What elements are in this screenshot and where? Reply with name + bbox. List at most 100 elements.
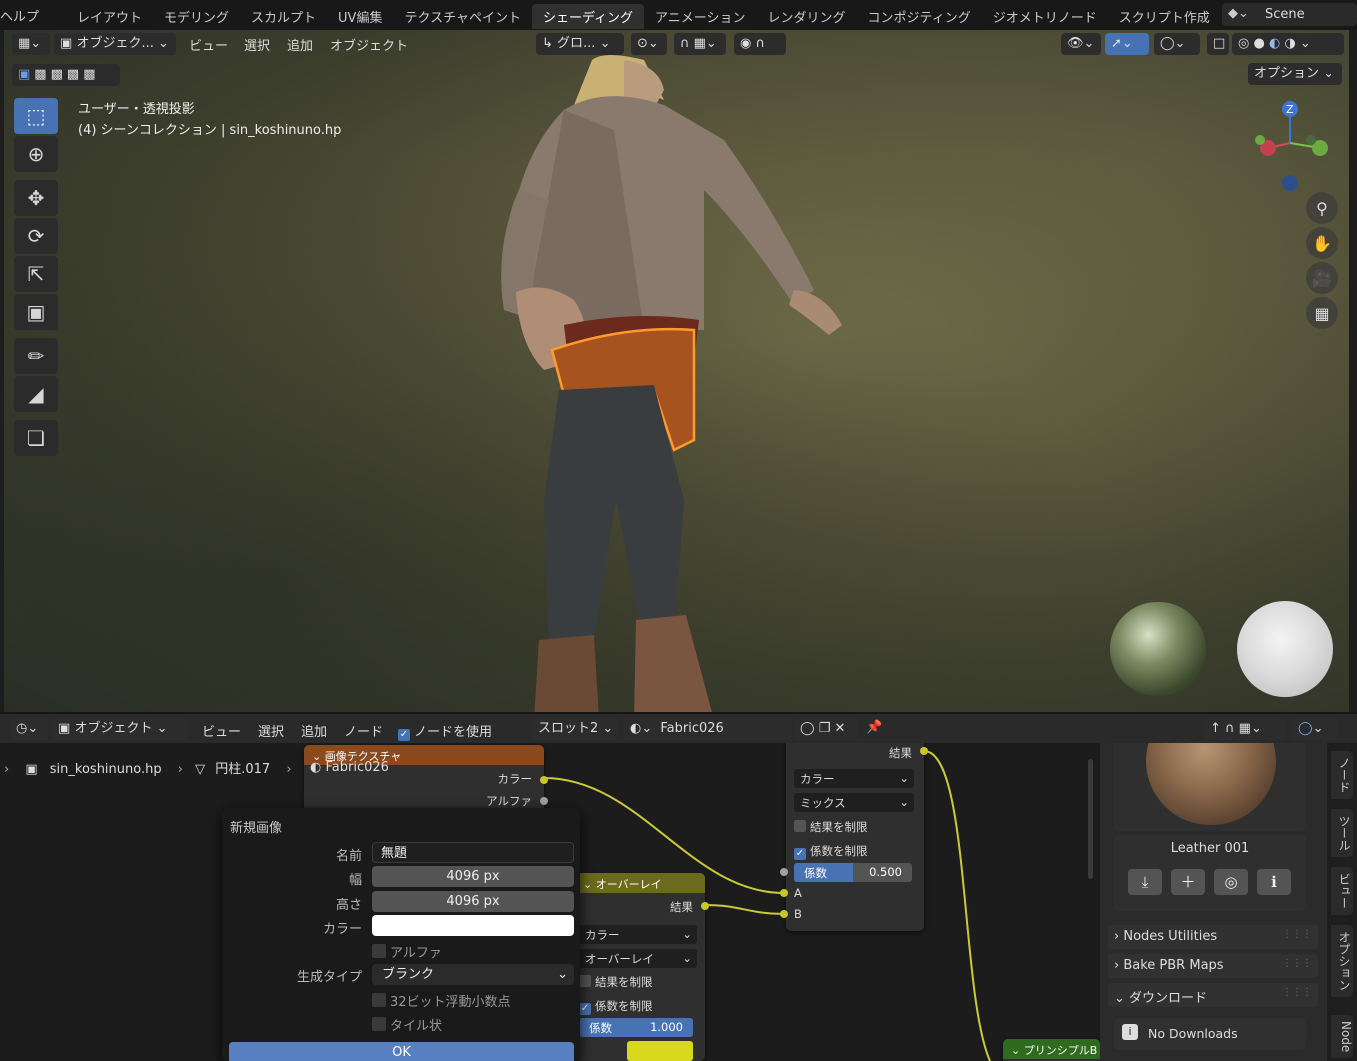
tab-options[interactable]: オプション (1331, 925, 1353, 997)
drag-grip-icon[interactable]: ⋮⋮⋮ (1282, 958, 1312, 969)
overlay-mix-node[interactable]: ⌄ オーバーレイ 結果 カラー ⌄ オーバーレイ ⌄ 結果を制限 ✓ 係数を制限 係数… (575, 873, 709, 1061)
proportional-edit-button[interactable]: ◉ ∩ (734, 33, 786, 55)
select-new-icon[interactable]: ▣ (18, 67, 34, 82)
close-icon[interactable]: ✕ (835, 721, 846, 736)
select-intersect-icon[interactable]: ▩ (83, 67, 99, 82)
selection-mode-buttons[interactable]: ▣▩▩▩▩ (12, 64, 120, 86)
image-name-field[interactable]: ◐ Fabric026 (310, 760, 389, 775)
overlay-blend-dropdown[interactable]: オーバーレイ ⌄ (579, 949, 697, 968)
cursor-icon[interactable]: ⊕ (14, 136, 58, 172)
node-editor-scrollbar[interactable] (1088, 759, 1093, 879)
tab-uv-editing[interactable]: UV編集 (327, 4, 393, 29)
xray-toggle[interactable]: □ (1207, 33, 1229, 55)
overlay-factor-slider[interactable]: 係数 1.000 (579, 1018, 693, 1037)
overlay-out-socket[interactable] (701, 902, 709, 910)
overlay-clamp-factor[interactable]: ✓ 係数を制限 (579, 998, 653, 1015)
node-menu-select[interactable]: 選択 (258, 721, 284, 740)
tab-tool[interactable]: ツール (1331, 809, 1353, 857)
annotate-icon[interactable]: ✏ (14, 338, 58, 374)
scale-icon[interactable]: ⇱ (14, 256, 58, 292)
node-overlay-toggle[interactable]: ◯⌄ (1292, 718, 1338, 740)
tab-layout[interactable]: レイアウト (66, 4, 153, 29)
menu-view[interactable]: ビュー (189, 35, 228, 54)
overlay-node-header[interactable]: ⌄ オーバーレイ (575, 873, 705, 893)
3d-viewport[interactable]: ▦⌄ ▣ オブジェク... ⌄ ビュー 選択 追加 オブジェクト ↳ グロ...… (4, 30, 1349, 712)
move-icon[interactable]: ✥ (14, 180, 58, 216)
overlay-color-swatch[interactable] (627, 1041, 693, 1061)
pan-hand-icon[interactable]: ✋ (1306, 227, 1338, 259)
tab-rendering[interactable]: レンダリング (757, 4, 857, 29)
rotate-icon[interactable]: ⟳ (14, 218, 58, 254)
float-buffer-checkbox[interactable]: 32ビット浮動小数点 (372, 991, 511, 1010)
shading-mode-buttons[interactable]: ◎ ● ◐ ◑ ⌄ (1232, 33, 1344, 55)
tab-animation[interactable]: アニメーション (644, 4, 756, 29)
alpha-checkbox[interactable]: アルファ (372, 942, 442, 961)
node-menu-node[interactable]: ノード (344, 721, 383, 740)
image-name-input[interactable]: 無題 (372, 842, 574, 863)
material-actions[interactable]: ◯ ❐ ✕ (794, 718, 858, 740)
download-icon[interactable]: ⤓ (1128, 869, 1162, 895)
node-mode-dropdown[interactable]: ▣ オブジェクト ⌄ (52, 718, 188, 740)
menu-object[interactable]: オブジェクト (330, 35, 408, 54)
section-nodes-utilities[interactable]: › Nodes Utilities ⋮⋮⋮ (1108, 925, 1318, 949)
tab-compositing[interactable]: コンポジティング (857, 4, 982, 29)
node-snap-buttons[interactable]: ↑ ∩ ▦⌄ (1204, 718, 1286, 740)
slot-dropdown[interactable]: スロット2 ⌄ (532, 718, 618, 740)
gen-type-dropdown[interactable]: ブランク ⌄ (372, 964, 574, 985)
node-menu-view[interactable]: ビュー (202, 721, 241, 740)
width-field[interactable]: 4096 px (372, 866, 574, 887)
mix-clamp-factor[interactable]: ✓ 係数を制限 (794, 843, 868, 860)
overlay-toggle[interactable]: ◯⌄ (1154, 33, 1200, 55)
rendered-icon[interactable]: ◑ (1284, 36, 1295, 51)
mix-in-b-socket[interactable] (780, 910, 788, 918)
duplicate-icon[interactable]: ❐ (819, 721, 831, 736)
overlay-type-dropdown[interactable]: カラー ⌄ (579, 925, 697, 944)
tab-texture-paint[interactable]: テクスチャペイント (393, 4, 531, 29)
tiled-checkbox[interactable]: タイル状 (372, 1015, 442, 1034)
menu-select[interactable]: 選択 (244, 35, 270, 54)
tab-sculpt[interactable]: スカルプト (240, 4, 327, 29)
mix-in-a-socket[interactable] (780, 889, 788, 897)
visibility-button[interactable]: 👁⌄ (1061, 33, 1101, 55)
navigation-gizmo[interactable]: Z (1245, 98, 1335, 198)
menu-add[interactable]: 追加 (287, 35, 313, 54)
options-dropdown[interactable]: オプション ⌄ (1248, 63, 1342, 85)
measure-icon[interactable]: ◢ (14, 376, 58, 412)
select-subtract-icon[interactable]: ▩ (51, 67, 67, 82)
mode-dropdown[interactable]: ▣ オブジェク... ⌄ (54, 33, 176, 55)
node-menu-add[interactable]: 追加 (301, 721, 327, 740)
material-preview-icon[interactable]: ◐ (1269, 36, 1280, 51)
overlay-clamp-result[interactable]: 結果を制限 (579, 974, 653, 990)
drag-grip-icon[interactable]: ⋮⋮⋮ (1282, 987, 1312, 998)
mix-blend-dropdown[interactable]: ミックス ⌄ (794, 793, 914, 812)
node-editor-type-button[interactable]: ◷⌄ (10, 718, 48, 740)
perspective-grid-icon[interactable]: ▦ (1306, 297, 1338, 329)
ok-button[interactable]: OK (229, 1042, 574, 1061)
tab-view[interactable]: ビュー (1331, 867, 1353, 915)
pivot-point-button[interactable]: ⊙⌄ (631, 33, 667, 55)
principled-node-header[interactable]: ⌄ プリンシプルB (1003, 1039, 1100, 1059)
pin-icon[interactable]: 📌 (866, 720, 882, 735)
section-bake-pbr-maps[interactable]: › Bake PBR Maps ⋮⋮⋮ (1108, 954, 1318, 978)
wireframe-icon[interactable]: ◎ (1238, 36, 1249, 51)
mix-clamp-result[interactable]: 結果を制限 (794, 819, 868, 835)
transform-icon[interactable]: ▣ (14, 294, 58, 330)
snap-button[interactable]: ∩ ▦⌄ (674, 33, 726, 55)
select-invert-icon[interactable]: ▩ (67, 67, 83, 82)
solid-icon[interactable]: ● (1253, 36, 1264, 51)
zoom-icon[interactable]: ⚲ (1306, 192, 1338, 224)
mix-type-dropdown[interactable]: カラー ⌄ (794, 769, 914, 788)
principled-bsdf-node[interactable]: ⌄ プリンシプルB (1003, 1039, 1100, 1061)
mix-node[interactable]: 結果 カラー ⌄ ミックス ⌄ 結果を制限 ✓ 係数を制限 係数 0.500 A B (780, 743, 928, 931)
fake-user-shield-icon[interactable]: ◯ (800, 721, 815, 736)
tab-geometry-nodes[interactable]: ジオメトリノード (982, 4, 1108, 29)
color-swatch[interactable] (372, 915, 574, 936)
drag-grip-icon[interactable]: ⋮⋮⋮ (1282, 929, 1312, 940)
mix-factor-socket[interactable] (780, 868, 788, 876)
tab-scripting[interactable]: スクリプト作成 (1108, 4, 1221, 29)
add-cube-icon[interactable]: ❏ (14, 420, 58, 456)
plus-icon[interactable]: ＋ (1171, 869, 1205, 895)
image-texture-node[interactable]: ⌄ 画像テクスチャ ◐ Fabric026 カラー アルファ (304, 745, 548, 815)
select-extend-icon[interactable]: ▩ (34, 67, 50, 82)
info-icon[interactable]: ℹ (1257, 869, 1291, 895)
